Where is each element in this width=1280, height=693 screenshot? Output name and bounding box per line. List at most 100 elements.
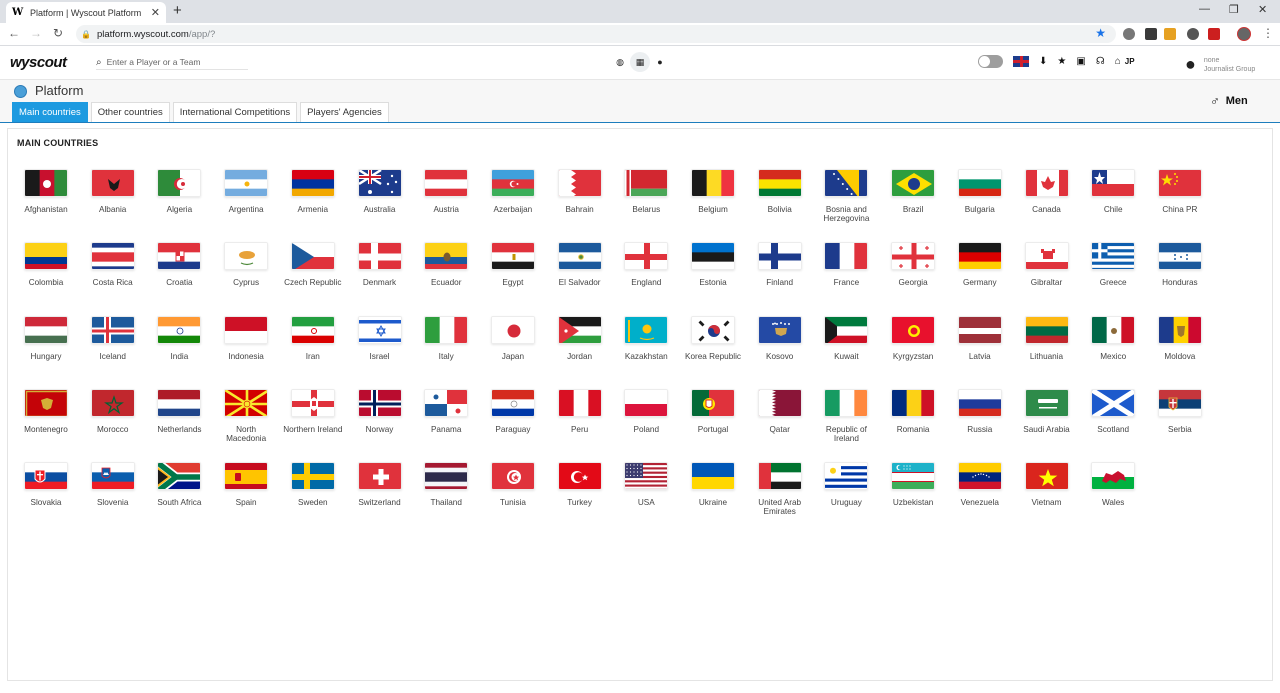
search-input[interactable] [106,57,237,67]
country-item-montenegro[interactable]: Montenegro [16,388,76,434]
country-item-georgia[interactable]: Georgia [883,242,943,287]
address-bar[interactable]: 🔒 platform.wyscout.com/app/? ★ [76,25,1116,43]
favorites-star-icon[interactable]: ★ [1057,56,1066,67]
country-item-lithuania[interactable]: Lithuania [1017,315,1077,361]
country-item-iran[interactable]: Iran [283,315,343,361]
wyscout-logo[interactable]: wyscout [10,54,67,71]
uk-flag-language-icon[interactable] [1013,56,1029,67]
country-item-scotland[interactable]: Scotland [1083,388,1143,434]
country-item-costa-rica[interactable]: Costa Rica [83,242,143,287]
country-item-peru[interactable]: Peru [550,388,610,434]
country-item-saudi-arabia[interactable]: Saudi Arabia [1017,388,1077,434]
minimize-icon[interactable]: — [1199,3,1210,15]
browser-tab[interactable]: W Platform | Wyscout Platform ✕ [6,2,166,23]
country-item-romania[interactable]: Romania [883,388,943,434]
country-item-australia[interactable]: Australia [350,169,410,214]
forward-arrow-icon[interactable]: → [28,26,44,40]
reload-icon[interactable]: ↻ [50,26,66,40]
country-item-algeria[interactable]: Algeria [149,169,209,214]
country-item-panama[interactable]: Panama [416,388,476,434]
country-item-sweden[interactable]: Sweden [283,462,343,507]
theme-toggle[interactable] [978,55,1003,68]
country-item-gibraltar[interactable]: Gibraltar [1017,242,1077,287]
country-item-afghanistan[interactable]: Afghanistan [16,169,76,214]
cloud-extension-icon[interactable] [1123,28,1135,40]
close-window-icon[interactable]: ✕ [1258,3,1267,16]
country-item-serbia[interactable]: Serbia [1150,388,1210,434]
country-item-hungary[interactable]: Hungary [16,315,76,361]
country-item-finland[interactable]: Finland [750,242,810,287]
tab-players-agencies[interactable]: Players' Agencies [300,102,389,122]
download-icon[interactable]: ⬇ [1039,56,1047,67]
country-item-macedonia[interactable]: North Macedonia [216,388,276,443]
country-item-spain[interactable]: Spain [216,462,276,507]
country-item-el-salvador[interactable]: El Salvador [550,242,610,287]
maximize-icon[interactable]: ❐ [1229,3,1239,16]
country-item-estonia[interactable]: Estonia [683,242,743,287]
country-item-slovenia[interactable]: Slovenia [83,462,143,507]
person-icon[interactable]: ● [652,54,668,70]
edge-extension-icon[interactable] [1187,28,1199,40]
country-item-poland[interactable]: Poland [616,388,676,434]
country-item-england[interactable]: England [616,242,676,287]
user-menu[interactable]: ● none Journalist Group [1185,54,1255,75]
country-item-jordan[interactable]: Jordan [550,315,610,361]
youtube-extension-icon[interactable] [1208,28,1220,40]
country-item-bosnia[interactable]: Bosnia and Herzegovina [816,169,876,223]
country-item-tunisia[interactable]: Tunisia [483,462,543,507]
country-item-austria[interactable]: Austria [416,169,476,214]
country-item-indonesia[interactable]: Indonesia [216,315,276,361]
country-item-bulgaria[interactable]: Bulgaria [950,169,1010,214]
country-item-china[interactable]: China PR [1150,169,1210,214]
globe-icon[interactable]: ◍ [612,54,628,70]
country-item-japan[interactable]: Japan [483,315,543,361]
country-item-portugal[interactable]: Portugal [683,388,743,434]
back-arrow-icon[interactable]: ← [6,26,22,40]
calendar-icon[interactable]: ▣ [1076,56,1085,67]
country-item-norway[interactable]: Norway [350,388,410,434]
country-item-germany[interactable]: Germany [950,242,1010,287]
country-item-armenia[interactable]: Armenia [283,169,343,214]
country-item-belarus[interactable]: Belarus [616,169,676,214]
country-item-brazil[interactable]: Brazil [883,169,943,214]
country-item-colombia[interactable]: Colombia [16,242,76,287]
country-item-paraguay[interactable]: Paraguay [483,388,543,434]
country-item-wales[interactable]: Wales [1083,462,1143,507]
country-item-argentina[interactable]: Argentina [216,169,276,214]
country-item-kyrgyzstan[interactable]: Kyrgyzstan [883,315,943,361]
country-item-egypt[interactable]: Egypt [483,242,543,287]
country-item-cyprus[interactable]: Cyprus [216,242,276,287]
country-item-south-africa[interactable]: South Africa [149,462,209,507]
country-item-denmark[interactable]: Denmark [350,242,410,287]
country-item-mexico[interactable]: Mexico [1083,315,1143,361]
country-item-croatia[interactable]: Croatia [149,242,209,287]
tab-international-competitions[interactable]: International Competitions [172,102,298,122]
country-item-uae[interactable]: United Arab Emirates [750,462,810,516]
country-item-france[interactable]: France [816,242,876,287]
country-item-moldova[interactable]: Moldova [1150,315,1210,361]
headset-icon[interactable]: ☊ [1096,56,1105,67]
country-item-chile[interactable]: Chile [1083,169,1143,214]
country-item-thailand[interactable]: Thailand [416,462,476,507]
country-item-israel[interactable]: Israel [350,315,410,361]
country-item-ecuador[interactable]: Ecuador [416,242,476,287]
country-item-uzbekistan[interactable]: Uzbekistan [883,462,943,507]
browser-menu-icon[interactable]: ⋮ [1262,26,1274,40]
country-item-czech[interactable]: Czech Republic [283,242,343,287]
country-item-turkey[interactable]: Turkey [550,462,610,507]
tab-main-countries[interactable]: Main countries [12,102,88,122]
country-item-vietnam[interactable]: Vietnam [1017,462,1077,507]
country-item-belgium[interactable]: Belgium [683,169,743,214]
country-item-korea[interactable]: Korea Republic [683,315,743,361]
country-item-uruguay[interactable]: Uruguay [816,462,876,507]
country-item-northern-ireland[interactable]: Northern Ireland [283,388,343,434]
apps-grid-icon[interactable]: ▦ [630,52,650,72]
home-button[interactable]: ⌂ JP [1115,56,1135,67]
country-item-ukraine[interactable]: Ukraine [683,462,743,507]
country-item-ireland[interactable]: Republic of Ireland [816,388,876,443]
country-item-slovakia[interactable]: Slovakia [16,462,76,507]
country-item-russia[interactable]: Russia [950,388,1010,434]
country-item-latvia[interactable]: Latvia [950,315,1010,361]
new-tab-button[interactable]: + [173,2,182,20]
country-item-venezuela[interactable]: Venezuela [950,462,1010,507]
